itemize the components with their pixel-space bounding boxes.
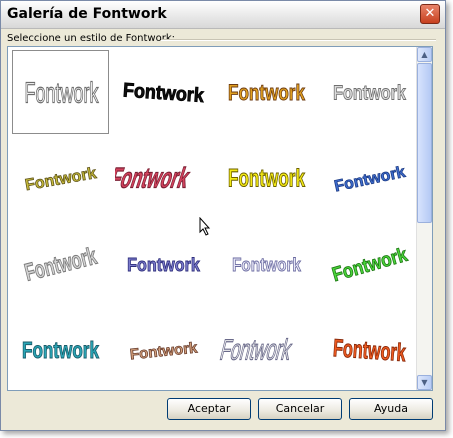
fontwork-preview: Fontwork	[22, 242, 101, 287]
fontwork-preview: Fontwork	[329, 242, 411, 286]
caption-separator	[161, 39, 436, 41]
fontwork-sample-text: Fontwork	[122, 80, 205, 108]
fontwork-sample-text: Fontwork	[228, 81, 305, 106]
fontwork-style-8[interactable]: Fontwork	[321, 136, 418, 220]
fontwork-style-11[interactable]: Fontwork	[218, 222, 315, 306]
dialog-title: Galería de Fontwork	[7, 6, 167, 22]
fontwork-preview: Fontwork	[218, 334, 296, 367]
fontwork-preview: Fontwork	[115, 163, 194, 195]
fontwork-sample-text: Fontwork	[228, 164, 305, 192]
fontwork-style-15[interactable]: Fontwork	[218, 308, 315, 390]
close-button[interactable]: ✕	[420, 4, 440, 24]
fontwork-sample-text: Fontwork	[218, 335, 295, 367]
fontwork-preview: Fontwork	[332, 163, 407, 196]
fontwork-style-16[interactable]: Fontwork	[321, 308, 418, 390]
fontwork-sample-text: Fontwork	[25, 77, 100, 109]
fontwork-sample-text: Fontwork	[127, 254, 200, 275]
vertical-scrollbar[interactable]: ▲ ▼	[416, 47, 432, 390]
fontwork-sample-text: Fontwork	[115, 163, 193, 195]
fontwork-style-3[interactable]: Fontwork	[218, 50, 315, 134]
fontwork-style-6[interactable]: Fontwork	[115, 136, 212, 220]
fontwork-preview: Fontwork	[129, 339, 199, 364]
fontwork-preview: Fontwork	[122, 79, 206, 108]
fontwork-preview: Fontwork	[333, 80, 407, 104]
help-button[interactable]: Ayuda	[349, 398, 433, 420]
fontwork-preview: Fontwork	[127, 253, 201, 275]
close-icon: ✕	[424, 6, 436, 21]
fontwork-preview: Fontwork	[22, 338, 100, 364]
fontwork-style-5[interactable]: Fontwork	[12, 136, 109, 220]
fontwork-preview: Fontwork	[228, 80, 306, 106]
fontwork-style-10[interactable]: Fontwork	[115, 222, 212, 306]
fontwork-style-1[interactable]: Fontwork	[12, 50, 109, 134]
accept-button[interactable]: Aceptar	[167, 398, 251, 420]
fontwork-sample-text: Fontwork	[129, 339, 199, 363]
fontwork-sample-text: Fontwork	[330, 243, 411, 286]
fontwork-style-13[interactable]: Fontwork	[12, 308, 109, 390]
fontwork-style-7[interactable]: Fontwork	[218, 136, 315, 220]
arrow-down-icon: ▼	[421, 378, 428, 387]
fontwork-style-gallery[interactable]: Fontwork Fontwork Fontwork Fontwork Fontwork…	[7, 46, 433, 391]
fontwork-sample-text: Fontwork	[22, 339, 100, 364]
fontwork-sample-text: Fontwork	[333, 164, 407, 196]
fontwork-preview: Fontwork	[23, 165, 98, 195]
fontwork-sample-text: Fontwork	[24, 165, 98, 194]
fontwork-style-2[interactable]: Fontwork	[115, 50, 212, 134]
fontwork-sample-text: Fontwork	[333, 81, 406, 104]
fontwork-gallery-dialog: Galería de Fontwork ✕ Seleccione un esti…	[0, 0, 446, 431]
fontwork-style-14[interactable]: Fontwork	[115, 308, 212, 390]
fontwork-preview: Fontwork	[232, 254, 302, 276]
mouse-pointer-icon	[199, 217, 211, 236]
title-bar[interactable]: Galería de Fontwork ✕	[1, 1, 445, 29]
fontwork-style-9[interactable]: Fontwork	[12, 222, 109, 306]
fontwork-sample-text: Fontwork	[232, 255, 301, 276]
fontwork-style-12[interactable]: Fontwork	[321, 222, 418, 306]
arrow-up-icon: ▲	[421, 50, 428, 59]
gallery-caption: Seleccione un estilo de Fontwork:	[7, 33, 176, 44]
fontwork-sample-text: Fontwork	[22, 243, 100, 287]
fontwork-preview: Fontwork	[228, 164, 306, 193]
cancel-button[interactable]: Cancelar	[258, 398, 342, 420]
scroll-down-button[interactable]: ▼	[417, 375, 432, 390]
fontwork-sample-text: Fontwork	[332, 335, 407, 367]
scroll-thumb[interactable]	[417, 63, 432, 223]
scroll-up-button[interactable]: ▲	[417, 47, 432, 62]
fontwork-style-4[interactable]: Fontwork	[321, 50, 418, 134]
fontwork-preview: Fontwork	[24, 77, 100, 110]
fontwork-preview: Fontwork	[332, 334, 408, 367]
